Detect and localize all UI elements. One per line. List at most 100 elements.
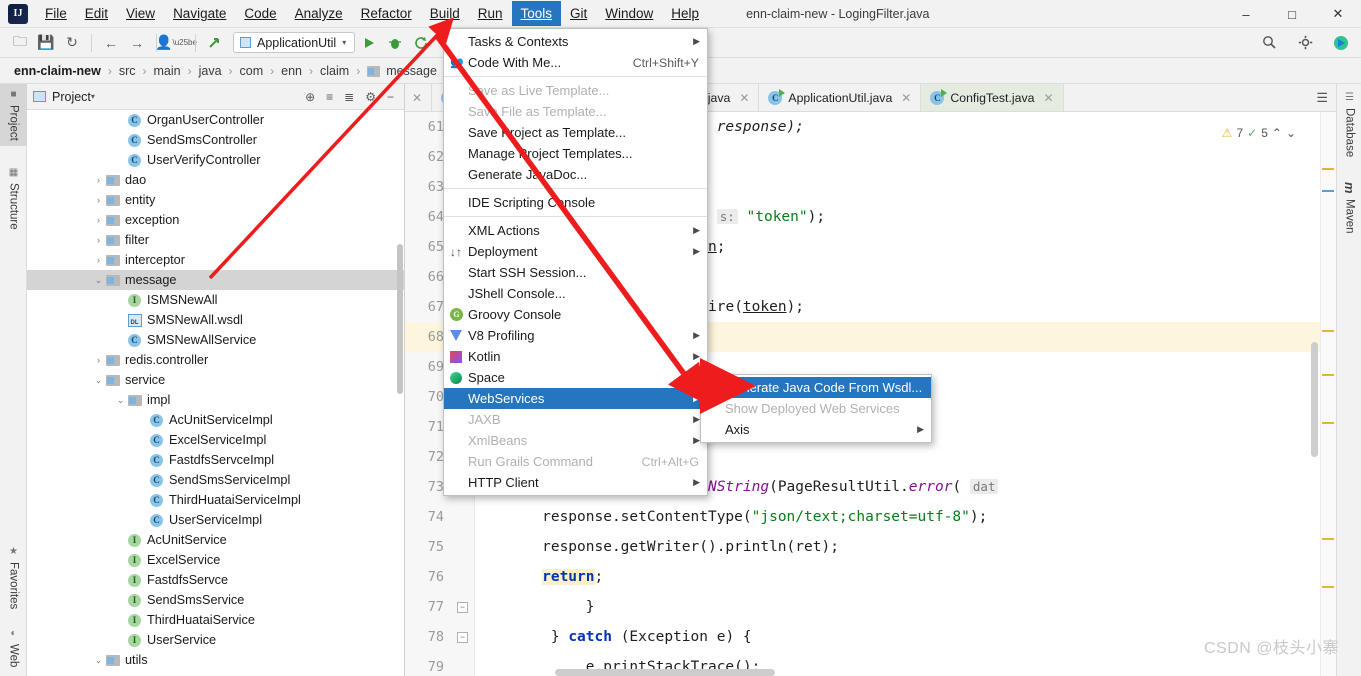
chevron-right-icon[interactable]: › [93, 175, 104, 185]
menu-item-space[interactable]: Space ▶ [444, 367, 707, 388]
menu-item-kotlin[interactable]: Kotlin ▶ [444, 346, 707, 367]
expand-all-icon[interactable]: ≡ [326, 90, 333, 104]
tree-node-acunitservice[interactable]: ›I AcUnitService [27, 530, 404, 550]
build-project-icon[interactable] [203, 32, 227, 54]
settings-gear-icon[interactable]: ⚙ [365, 90, 376, 104]
warning-marker[interactable] [1322, 422, 1334, 424]
warning-marker[interactable] [1322, 374, 1334, 376]
menu-item-xml-actions[interactable]: XML Actions ▶ [444, 220, 707, 241]
breadcrumb-item-src[interactable]: src [119, 64, 136, 78]
tree-node-sendsmscontroller[interactable]: ›C SendSmsController [27, 130, 404, 150]
breadcrumb-item-enn[interactable]: enn [281, 64, 302, 78]
chevron-down-icon[interactable]: ⌄ [93, 655, 104, 666]
next-highlight-icon[interactable]: ⌄ [1286, 126, 1296, 140]
editor-marker-bar[interactable] [1320, 112, 1336, 676]
tree-node-interceptor[interactable]: › interceptor [27, 250, 404, 270]
code-fold-icon[interactable]: − [457, 602, 468, 613]
menu-item-code-with-me[interactable]: 👥 Code With Me... Ctrl+Shift+Y [444, 52, 707, 73]
space-logo-icon[interactable] [1329, 32, 1353, 54]
project-tree-scrollbar[interactable] [397, 244, 403, 394]
close-icon[interactable]: ✕ [1043, 91, 1053, 105]
menu-refactor[interactable]: Refactor [352, 1, 421, 26]
gear-icon[interactable] [1293, 32, 1317, 54]
rerun-button[interactable] [409, 32, 433, 54]
menu-git[interactable]: Git [561, 1, 596, 26]
menu-item-save-project-as-template[interactable]: Save Project as Template... [444, 122, 707, 143]
sidebar-item-project[interactable]: ■ Project [0, 84, 27, 146]
previous-highlight-icon[interactable]: ⌃ [1272, 126, 1282, 140]
breadcrumb-item-claim[interactable]: claim [320, 64, 349, 78]
run-configuration-selector[interactable]: ApplicationUtil ▾ [233, 32, 356, 53]
menu-edit[interactable]: Edit [76, 1, 117, 26]
menu-window[interactable]: Window [596, 1, 662, 26]
tree-node-fastdfsservce[interactable]: ›I FastdfsServce [27, 570, 404, 590]
warning-marker[interactable] [1322, 330, 1334, 332]
tree-node-filter[interactable]: › filter [27, 230, 404, 250]
menu-item-webservices[interactable]: WebServices ▶ [444, 388, 707, 409]
tree-node-sendsmsserviceimpl[interactable]: ›C SendSmsServiceImpl [27, 470, 404, 490]
chevron-down-icon[interactable]: ⌄ [93, 275, 104, 286]
chevron-right-icon[interactable]: › [93, 195, 104, 205]
close-icon[interactable]: ✕ [412, 91, 422, 105]
menu-analyze[interactable]: Analyze [286, 1, 352, 26]
menu-build[interactable]: Build [421, 1, 469, 26]
tab-list-icon[interactable]: ☰ [1308, 84, 1336, 111]
breadcrumb-item-java[interactable]: java [199, 64, 222, 78]
tree-node-smsnewallservice[interactable]: ›C SMSNewAllService [27, 330, 404, 350]
tree-node-utils[interactable]: ⌄ utils [27, 650, 404, 670]
sync-icon[interactable]: ↻ [60, 32, 84, 54]
sidebar-item-structure[interactable]: ▦ Structure [0, 162, 27, 235]
menu-item-tasks-contexts[interactable]: Tasks & Contexts ▶ [444, 31, 707, 52]
tree-node-redis-controller[interactable]: › redis.controller [27, 350, 404, 370]
close-icon[interactable]: ✕ [901, 91, 911, 105]
menu-item-axis[interactable]: Axis ▶ [701, 419, 931, 440]
navigate-forward-icon[interactable]: → [125, 32, 149, 54]
tree-node-impl[interactable]: ⌄ impl [27, 390, 404, 410]
tree-node-acunitserviceimpl[interactable]: ›C AcUnitServiceImpl [27, 410, 404, 430]
breadcrumb-item-com[interactable]: com [240, 64, 264, 78]
close-button[interactable]: ✕ [1315, 0, 1361, 28]
menu-item-groovy-console[interactable]: G Groovy Console [444, 304, 707, 325]
menu-help[interactable]: Help [662, 1, 708, 26]
menu-tools[interactable]: Tools [511, 1, 562, 26]
info-marker[interactable] [1322, 190, 1334, 192]
sidebar-item-database[interactable]: ☰ Database [1337, 86, 1361, 163]
inspection-widget[interactable]: ⚠ 7 ✓ 5 ⌃ ⌄ [1222, 126, 1296, 140]
breadcrumb-item-project[interactable]: enn-claim-new [14, 64, 101, 78]
menu-item-http-client[interactable]: HTTP Client ▶ [444, 472, 707, 493]
editor-tab-logingfilter[interactable]: ✕ [405, 84, 433, 111]
menu-item-jshell-console[interactable]: JShell Console... [444, 283, 707, 304]
minimize-button[interactable]: – [1223, 0, 1269, 28]
warning-marker[interactable] [1322, 538, 1334, 540]
tools-menu-dropdown[interactable]: Tasks & Contexts ▶ 👥 Code With Me... Ctrl+Sh… [443, 28, 708, 496]
chevron-down-icon[interactable]: ⌄ [93, 375, 104, 386]
webservices-submenu[interactable]: Generate Java Code From Wsdl... Show Depl… [700, 374, 932, 443]
locate-file-icon[interactable]: ⊕ [305, 90, 315, 104]
code-fold-icon[interactable]: − [457, 632, 468, 643]
tree-node-fastdfsservceimpl[interactable]: ›C FastdfsServceImpl [27, 450, 404, 470]
tree-node-thirdhuataiserviceimpl[interactable]: ›C ThirdHuataiServiceImpl [27, 490, 404, 510]
editor-vertical-scrollbar[interactable] [1311, 342, 1318, 457]
menu-item-deployment[interactable]: ↓↑ Deployment ▶ [444, 241, 707, 262]
menu-view[interactable]: View [117, 1, 164, 26]
tree-node-userservice[interactable]: ›I UserService [27, 630, 404, 650]
menu-item-ide-scripting-console[interactable]: IDE Scripting Console [444, 192, 707, 213]
warning-marker[interactable] [1322, 586, 1334, 588]
menu-item-generate-java-code-from-wsdl[interactable]: Generate Java Code From Wsdl... [701, 377, 931, 398]
save-all-icon[interactable]: 💾 [34, 32, 58, 54]
warning-marker[interactable] [1322, 168, 1334, 170]
chevron-right-icon[interactable]: › [93, 355, 104, 365]
hide-panel-icon[interactable]: − [387, 90, 394, 104]
chevron-down-icon[interactable]: ▾ [91, 92, 95, 101]
chevron-down-icon[interactable]: ⌄ [115, 395, 126, 406]
sidebar-item-maven[interactable]: m Maven [1337, 176, 1361, 239]
tree-node-entity[interactable]: › entity [27, 190, 404, 210]
tree-node-thirdhuataiservice[interactable]: ›I ThirdHuataiService [27, 610, 404, 630]
maximize-button[interactable]: □ [1269, 0, 1315, 28]
breadcrumb-item-message[interactable]: message [386, 64, 437, 78]
menu-item-manage-project-templates[interactable]: Manage Project Templates... [444, 143, 707, 164]
close-icon[interactable]: ✕ [739, 91, 749, 105]
menu-item-start-ssh-session[interactable]: Start SSH Session... [444, 262, 707, 283]
menu-run[interactable]: Run [469, 1, 512, 26]
editor-tab-applicationutil[interactable]: C ApplicationUtil.java ✕ [759, 84, 922, 111]
